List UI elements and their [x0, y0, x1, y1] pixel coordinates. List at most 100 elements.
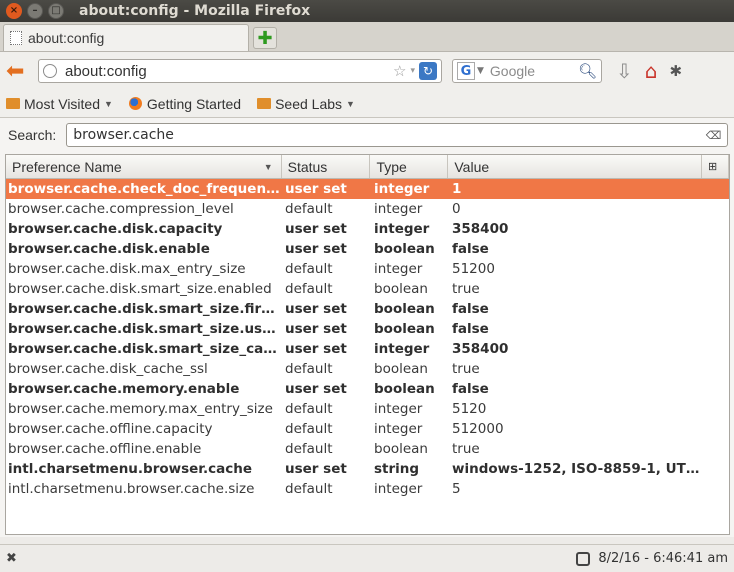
url-bar[interactable]: about:config ☆ ▾ ↻: [38, 59, 442, 83]
pref-name-cell: browser.cache.disk.smart_size.first_...: [8, 301, 282, 317]
clear-icon[interactable]: ⌫: [706, 129, 722, 142]
table-row[interactable]: browser.cache.disk.enable user set boolean…: [6, 239, 729, 259]
window-minimize-button[interactable]: –: [27, 3, 43, 19]
window-maximize-button[interactable]: □: [48, 3, 64, 19]
preferences-table: Preference Name ▼ Status Type Value ⊞ br…: [5, 154, 730, 535]
pref-name-cell: browser.cache.compression_level: [8, 201, 234, 217]
chevron-down-icon: ▼: [346, 98, 355, 109]
addon-bug-icon[interactable]: ✱: [669, 62, 682, 80]
table-row[interactable]: browser.cache.memory.enable user set boole…: [6, 379, 729, 399]
home-icon[interactable]: ⌂: [645, 59, 658, 83]
window-title: about:config - Mozilla Firefox: [79, 3, 311, 19]
column-picker-icon[interactable]: ⊞: [702, 155, 729, 178]
status-cell: user set: [285, 381, 347, 397]
pref-name-cell: browser.cache.disk.max_entry_size: [8, 261, 246, 277]
url-text[interactable]: about:config: [65, 63, 393, 80]
download-icon[interactable]: ⇩: [616, 59, 633, 83]
value-cell: 1: [452, 181, 462, 197]
status-cell: user set: [285, 181, 347, 197]
status-bar: ✖ 8/2/16 - 6:46:41 am: [0, 544, 734, 572]
value-cell: true: [452, 281, 480, 297]
value-cell: windows-1252, ISO-8859-1, UTF-8: [452, 461, 703, 477]
table-row[interactable]: browser.cache.disk.smart_size.use_... use…: [6, 319, 729, 339]
status-cell: default: [285, 441, 333, 457]
status-cell: default: [285, 361, 333, 377]
pref-name-cell: browser.cache.disk.capacity: [8, 221, 223, 237]
type-cell: integer: [374, 481, 423, 497]
value-cell: 358400: [452, 221, 509, 237]
reload-icon[interactable]: ↻: [419, 62, 437, 80]
table-row[interactable]: browser.cache.disk.smart_size.enabled def…: [6, 279, 729, 299]
pref-name-cell: browser.cache.disk.smart_size.use_...: [8, 321, 282, 337]
url-dropdown-icon[interactable]: ▾: [410, 66, 415, 76]
value-cell: false: [452, 381, 489, 397]
column-label: Type: [376, 158, 407, 175]
type-cell: boolean: [374, 241, 435, 257]
value-cell: false: [452, 321, 489, 337]
window-close-button[interactable]: ×: [6, 3, 22, 19]
table-row[interactable]: intl.charsetmenu.browser.cache user set st…: [6, 459, 729, 479]
status-cell: default: [285, 261, 333, 277]
pref-name-cell: intl.charsetmenu.browser.cache.size: [8, 481, 255, 497]
search-engine-icon[interactable]: G: [457, 62, 475, 80]
search-input[interactable]: Google: [490, 63, 578, 79]
status-cell: default: [285, 401, 333, 417]
status-cell: default: [285, 281, 333, 297]
filter-input[interactable]: browser.cache ⌫: [66, 123, 729, 147]
clock-icon: [576, 551, 591, 566]
value-cell: 5120: [452, 401, 487, 417]
column-header-type[interactable]: Type: [370, 155, 449, 178]
table-row[interactable]: browser.cache.disk.max_entry_size default…: [6, 259, 729, 279]
tab-strip: about:config ✚: [0, 22, 734, 52]
tab-about-config[interactable]: about:config: [3, 24, 249, 51]
back-arrow-icon: ⬅: [6, 58, 25, 84]
config-page: Search: browser.cache ⌫ Preference Name …: [0, 118, 734, 537]
firefox-icon: [128, 97, 142, 110]
status-cell: user set: [285, 321, 347, 337]
plus-icon: ✚: [257, 27, 273, 49]
value-cell: 5: [452, 481, 461, 497]
chevron-down-icon[interactable]: ▼: [477, 66, 484, 76]
filter-value[interactable]: browser.cache: [73, 127, 705, 143]
table-row[interactable]: browser.cache.disk.smart_size.first_... u…: [6, 299, 729, 319]
type-cell: boolean: [374, 301, 435, 317]
column-header-name[interactable]: Preference Name ▼: [6, 155, 282, 178]
table-row[interactable]: intl.charsetmenu.browser.cache.size defau…: [6, 479, 729, 499]
table-row[interactable]: browser.cache.disk.capacity user set integ…: [6, 219, 729, 239]
sort-icon: ▼: [263, 161, 273, 172]
table-row[interactable]: browser.cache.disk_cache_ssl default boole…: [6, 359, 729, 379]
value-cell: 358400: [452, 341, 509, 357]
table-row[interactable]: browser.cache.memory.max_entry_size defau…: [6, 399, 729, 419]
back-button[interactable]: ⬅: [6, 59, 36, 84]
type-cell: boolean: [374, 281, 428, 297]
folder-icon: [257, 98, 272, 109]
table-row[interactable]: browser.cache.compression_level default in…: [6, 199, 729, 219]
new-tab-button[interactable]: ✚: [253, 27, 277, 49]
pref-name-cell: browser.cache.memory.enable: [8, 381, 240, 397]
table-row[interactable]: browser.cache.offline.enable default boole…: [6, 439, 729, 459]
type-cell: integer: [374, 341, 430, 357]
tab-label: about:config: [28, 30, 105, 46]
value-cell: 512000: [452, 421, 504, 437]
column-header-value[interactable]: Value: [448, 155, 703, 178]
close-icon[interactable]: ✖: [6, 551, 17, 566]
bookmark-seed-labs[interactable]: Seed Labs ▼: [257, 96, 355, 112]
table-row[interactable]: browser.cache.offline.capacity default int…: [6, 419, 729, 439]
chevron-down-icon: ▼: [104, 98, 113, 109]
bookmark-most-visited[interactable]: Most Visited ▼: [6, 96, 113, 112]
page-icon: [10, 31, 22, 45]
column-header-status[interactable]: Status: [282, 155, 371, 178]
site-identity-icon[interactable]: [43, 64, 57, 78]
search-icon[interactable]: 🔍︎: [578, 62, 597, 80]
bookmark-star-icon[interactable]: ☆: [393, 62, 406, 80]
navigation-toolbar: ⬅ about:config ☆ ▾ ↻ G ▼ Google 🔍︎ ⇩ ⌂ ✱: [0, 52, 734, 90]
search-box[interactable]: G ▼ Google 🔍︎: [452, 59, 602, 83]
table-header: Preference Name ▼ Status Type Value ⊞: [6, 155, 729, 179]
value-cell: true: [452, 441, 480, 457]
table-row[interactable]: browser.cache.check_doc_frequency user se…: [6, 179, 729, 199]
clock-text: 8/2/16 - 6:46:41 am: [598, 551, 728, 566]
type-cell: boolean: [374, 441, 428, 457]
table-row[interactable]: browser.cache.disk.smart_size_cach... use…: [6, 339, 729, 359]
bookmark-getting-started[interactable]: Getting Started: [128, 96, 241, 112]
value-cell: 0: [452, 201, 461, 217]
